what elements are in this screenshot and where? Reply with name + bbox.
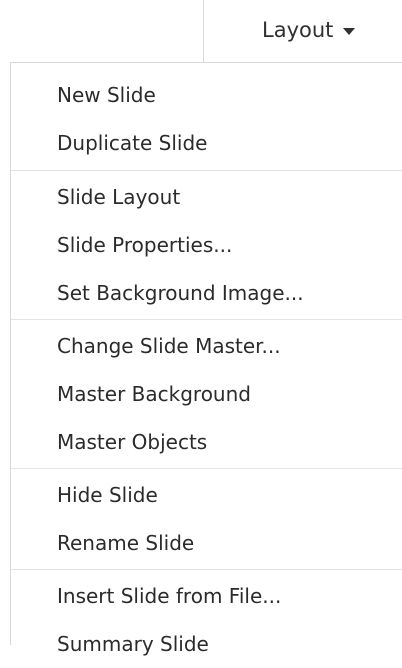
menu-item-change-slide-master[interactable]: Change Slide Master... (11, 322, 402, 370)
menu-item-master-background[interactable]: Master Background (11, 370, 402, 418)
menu-group-visibility: Hide Slide Rename Slide (11, 469, 402, 570)
menu-item-summary-slide[interactable]: Summary Slide (11, 620, 402, 668)
triangle-down-icon (343, 27, 356, 35)
layout-menu-button[interactable]: Layout (262, 10, 356, 50)
layout-menu-label: Layout (262, 18, 334, 42)
menu-item-slide-properties[interactable]: Slide Properties... (11, 221, 402, 269)
menu-item-master-objects[interactable]: Master Objects (11, 418, 402, 466)
layout-dropdown-menu: New Slide Duplicate Slide Slide Layout S… (10, 62, 402, 656)
menu-group-layout: Slide Layout Slide Properties... Set Bac… (11, 171, 402, 320)
menu-item-slide-layout[interactable]: Slide Layout (11, 173, 402, 221)
menu-item-insert-slide-from-file[interactable]: Insert Slide from File... (11, 572, 402, 620)
menu-group-slide: New Slide Duplicate Slide (11, 63, 402, 171)
menu-item-rename-slide[interactable]: Rename Slide (11, 519, 402, 567)
menu-group-insert: Insert Slide from File... Summary Slide (11, 570, 402, 668)
menu-item-hide-slide[interactable]: Hide Slide (11, 471, 402, 519)
menu-item-set-background-image[interactable]: Set Background Image... (11, 269, 402, 317)
menu-item-new-slide[interactable]: New Slide (11, 71, 402, 119)
toolbar: Layout (0, 0, 402, 62)
menu-group-master: Change Slide Master... Master Background… (11, 320, 402, 469)
menu-item-duplicate-slide[interactable]: Duplicate Slide (11, 119, 402, 167)
toolbar-separator (203, 0, 204, 62)
